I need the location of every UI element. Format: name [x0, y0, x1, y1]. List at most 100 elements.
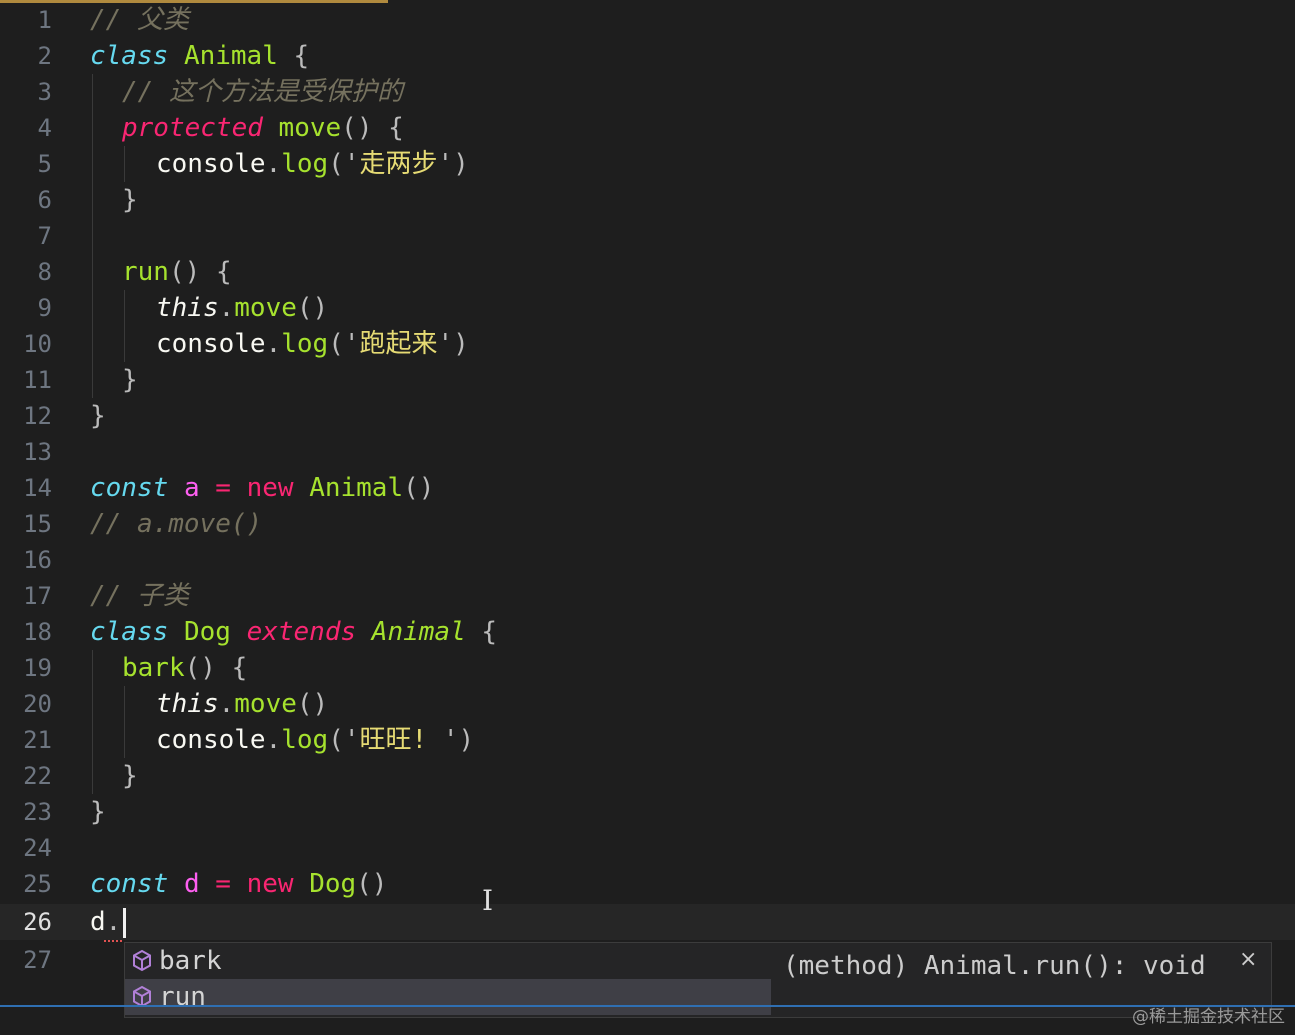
suggestion-detail: (method) Animal.run(): void: [783, 951, 1206, 981]
code-line-10[interactable]: 10 console.log('跑起来'): [0, 326, 1295, 362]
line-number: 15: [23, 510, 52, 538]
line-number: 20: [23, 690, 52, 718]
code-line-9[interactable]: 9 this.move(): [0, 290, 1295, 326]
method-name: log: [281, 149, 329, 179]
code-line-21[interactable]: 21 console.log('旺旺! '): [0, 722, 1295, 758]
code-text: run() {: [122, 254, 232, 290]
code-line-16[interactable]: 16: [0, 542, 1295, 578]
code-line-18[interactable]: 18 class Dog extends Animal {: [0, 614, 1295, 650]
code-text: // a.move(): [90, 506, 262, 542]
identifier: console: [156, 329, 266, 359]
brace: {: [481, 617, 498, 647]
line-number: 24: [23, 834, 52, 862]
code-line-12[interactable]: 12 }: [0, 398, 1295, 434]
line-number: 10: [23, 330, 52, 358]
code-line-19[interactable]: 19 bark() {: [0, 650, 1295, 686]
line-number: 18: [23, 618, 52, 646]
indent-guide: [92, 722, 93, 758]
open-paren: (': [328, 725, 360, 755]
this-keyword: this: [156, 293, 219, 323]
indent-guide: [92, 254, 93, 290]
code-line-24[interactable]: 24: [0, 830, 1295, 866]
line-number: 22: [23, 762, 52, 790]
close-paren: '): [437, 329, 469, 359]
method-name: run: [122, 257, 169, 287]
code-text: }: [90, 398, 106, 434]
string: 跑起来: [359, 329, 438, 359]
suggestion-item-bark[interactable]: bark: [125, 943, 771, 979]
indent-guide: [92, 146, 93, 182]
indent-guide: [92, 758, 93, 794]
code-text: // 父类: [90, 2, 189, 38]
code-line-8[interactable]: 8 run() {: [0, 254, 1295, 290]
code-text: this.move(): [156, 290, 328, 326]
line-number: 23: [23, 798, 52, 826]
line-number: 27: [23, 946, 52, 974]
code-line-6[interactable]: 6 }: [0, 182, 1295, 218]
line-number: 5: [37, 150, 52, 178]
identifier: d: [90, 907, 106, 937]
code-text: protected move() {: [122, 110, 404, 146]
text-cursor: [123, 907, 127, 938]
identifier: console: [156, 725, 266, 755]
line-number: 12: [23, 402, 52, 430]
suggestion-label: run: [159, 982, 206, 1012]
operator: =: [215, 473, 231, 503]
code-line-25[interactable]: 25 const d = new Dog(): [0, 866, 1295, 902]
code-line-2[interactable]: 2 class Animal {: [0, 38, 1295, 74]
indent-guide: [92, 326, 93, 362]
panel-divider: [0, 1005, 1295, 1007]
code-line-15[interactable]: 15 // a.move(): [0, 506, 1295, 542]
indent-guide: [92, 182, 93, 218]
string: 走两步: [359, 149, 438, 179]
code-text: }: [122, 182, 138, 218]
line-number: 2: [37, 42, 52, 70]
code-text: console.log('走两步'): [156, 146, 469, 182]
string: 旺旺!: [359, 725, 443, 755]
code-line-7[interactable]: 7: [0, 218, 1295, 254]
code-text: const d = new Dog(): [90, 866, 387, 902]
code-line-22[interactable]: 22 }: [0, 758, 1295, 794]
dot: .: [218, 293, 235, 323]
code-line-20[interactable]: 20 this.move(): [0, 686, 1295, 722]
method-name: move: [234, 689, 297, 719]
class-name: Dog: [309, 869, 357, 899]
code-line-26[interactable]: 26 d.: [0, 904, 1295, 940]
code-text: }: [122, 362, 138, 398]
code-line-11[interactable]: 11 }: [0, 362, 1295, 398]
line-number: 19: [23, 654, 52, 682]
brace: {: [215, 257, 232, 287]
suggestion-item-run[interactable]: run: [125, 979, 771, 1015]
method-name: bark: [122, 653, 185, 683]
brace: }: [122, 365, 138, 395]
dot: .: [265, 149, 282, 179]
code-line-1[interactable]: 1 // 父类: [0, 2, 1295, 38]
code-text: console.log('跑起来'): [156, 326, 469, 362]
open-paren: (': [328, 149, 360, 179]
line-number: 8: [37, 258, 52, 286]
indent-guide: [124, 290, 125, 326]
line-number: 13: [23, 438, 52, 466]
operator: =: [215, 869, 231, 899]
code-line-4[interactable]: 4 protected move() {: [0, 110, 1295, 146]
parens: (): [403, 473, 435, 503]
parens: (): [168, 257, 201, 287]
code-line-23[interactable]: 23 }: [0, 794, 1295, 830]
code-editor[interactable]: 1 // 父类 2 class Animal { 3 // 这个方法是受保护的 …: [0, 0, 1295, 1035]
indent-guide: [124, 326, 125, 362]
indent-guide: [92, 686, 93, 722]
code-line-3[interactable]: 3 // 这个方法是受保护的: [0, 74, 1295, 110]
code-line-13[interactable]: 13: [0, 434, 1295, 470]
indent-guide: [92, 218, 93, 254]
code-line-14[interactable]: 14 const a = new Animal(): [0, 470, 1295, 506]
code-text: const a = new Animal(): [90, 470, 434, 506]
identifier: console: [156, 149, 266, 179]
code-line-17[interactable]: 17 // 子类: [0, 578, 1295, 614]
keyword: const: [90, 473, 169, 503]
brace: {: [388, 113, 404, 143]
line-number: 9: [37, 294, 52, 322]
method-cube-icon: [131, 949, 153, 973]
dot: .: [265, 725, 282, 755]
close-icon[interactable]: ×: [1239, 947, 1257, 972]
code-line-5[interactable]: 5 console.log('走两步'): [0, 146, 1295, 182]
